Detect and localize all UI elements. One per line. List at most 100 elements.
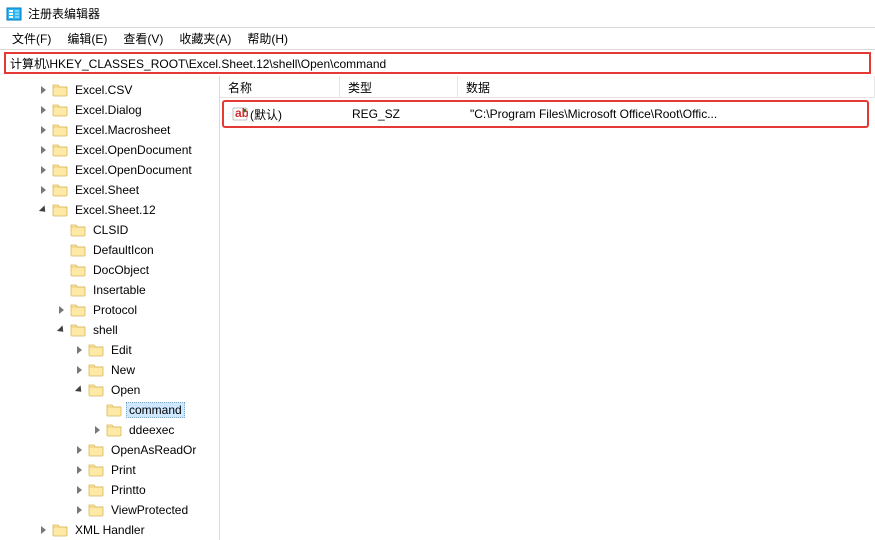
window-title: 注册表编辑器 [28,5,100,22]
menu-edit[interactable]: 编辑(E) [59,28,115,49]
folder-icon [106,423,122,437]
tree-item-label: New [108,362,138,378]
tree-item-label: Excel.Macrosheet [72,122,173,138]
tree-item[interactable]: Excel.OpenDocument [0,160,219,180]
folder-icon [88,503,104,517]
folder-icon [52,123,68,137]
chevron-right-icon[interactable] [36,163,50,177]
tree-item-label: Excel.OpenDocument [72,142,195,158]
tree-item[interactable]: DocObject [0,260,219,280]
menu-view[interactable]: 查看(V) [115,28,171,49]
tree-item[interactable]: Excel.Sheet [0,180,219,200]
chevron-right-icon[interactable] [72,463,86,477]
tree-item-label: Excel.CSV [72,82,135,98]
folder-icon [70,303,86,317]
svg-text:ab: ab [235,106,248,120]
tree-item-label: ViewProtected [108,502,191,518]
tree-item[interactable]: DefaultIcon [0,240,219,260]
tree-item[interactable]: Insertable [0,280,219,300]
chevron-down-icon[interactable] [54,323,68,337]
folder-icon [52,203,68,217]
tree-item-label: ddeexec [126,422,177,438]
tree-item[interactable]: command [0,400,219,420]
chevron-right-icon[interactable] [72,483,86,497]
folder-icon [106,403,122,417]
tree-item[interactable]: Excel.CSV [0,80,219,100]
tree-item-label: Protocol [90,302,140,318]
expander-placeholder [54,283,68,297]
tree-item[interactable]: Excel.Dialog [0,100,219,120]
folder-icon [88,443,104,457]
address-text: 计算机\HKEY_CLASSES_ROOT\Excel.Sheet.12\she… [10,55,386,72]
tree-item[interactable]: ddeexec [0,420,219,440]
folder-icon [88,383,104,397]
folder-icon [70,323,86,337]
folder-icon [70,263,86,277]
chevron-right-icon[interactable] [36,523,50,537]
folder-icon [88,363,104,377]
column-type[interactable]: 类型 [340,76,458,97]
folder-icon [52,143,68,157]
tree-item-label: DefaultIcon [90,242,157,258]
tree-item[interactable]: Excel.OpenDocument [0,140,219,160]
menu-help[interactable]: 帮助(H) [239,28,296,49]
expander-placeholder [54,263,68,277]
list-body: ab(默认)REG_SZ"C:\Program Files\Microsoft … [220,98,875,540]
tree-item[interactable]: ViewProtected [0,500,219,520]
tree-item[interactable]: Open [0,380,219,400]
tree-item-label: command [126,402,185,418]
menu-favorites[interactable]: 收藏夹(A) [171,28,239,49]
tree-item[interactable]: CLSID [0,220,219,240]
tree-item-label: XML Handler [72,522,148,538]
tree-item[interactable]: New [0,360,219,380]
chevron-right-icon[interactable] [72,363,86,377]
chevron-down-icon[interactable] [36,203,50,217]
column-name[interactable]: 名称 [220,76,340,97]
folder-icon [88,463,104,477]
chevron-right-icon[interactable] [36,183,50,197]
tree-item[interactable]: XML Handler [0,520,219,540]
tree-item[interactable]: Protocol [0,300,219,320]
tree-item[interactable]: Print [0,460,219,480]
chevron-down-icon[interactable] [72,383,86,397]
titlebar: 注册表编辑器 [0,0,875,28]
chevron-right-icon[interactable] [72,503,86,517]
chevron-right-icon[interactable] [54,303,68,317]
menu-file[interactable]: 文件(F) [4,28,59,49]
values-pane: 名称 类型 数据 ab(默认)REG_SZ"C:\Program Files\M… [220,76,875,540]
folder-icon [70,243,86,257]
tree-item[interactable]: Printto [0,480,219,500]
chevron-right-icon[interactable] [36,143,50,157]
menubar: 文件(F) 编辑(E) 查看(V) 收藏夹(A) 帮助(H) [0,28,875,50]
folder-icon [52,183,68,197]
column-data[interactable]: 数据 [458,76,875,97]
tree-item-label: DocObject [90,262,152,278]
tree-item[interactable]: shell [0,320,219,340]
main-area: Excel.CSV Excel.Dialog Excel.Macrosheet Exc… [0,76,875,540]
tree-item[interactable]: Excel.Macrosheet [0,120,219,140]
chevron-right-icon[interactable] [90,423,104,437]
regedit-icon [6,6,22,22]
folder-icon [52,103,68,117]
tree-item-label: CLSID [90,222,131,238]
value-data: "C:\Program Files\Microsoft Office\Root\… [462,106,867,122]
value-type: REG_SZ [344,106,462,122]
chevron-right-icon[interactable] [36,123,50,137]
folder-icon [52,163,68,177]
tree-item[interactable]: OpenAsReadOr [0,440,219,460]
value-row[interactable]: ab(默认)REG_SZ"C:\Program Files\Microsoft … [224,104,867,124]
folder-icon [52,83,68,97]
chevron-right-icon[interactable] [36,83,50,97]
expander-placeholder [54,223,68,237]
tree-item-label: Insertable [90,282,149,298]
chevron-right-icon[interactable] [72,443,86,457]
tree-item[interactable]: Excel.Sheet.12 [0,200,219,220]
tree-item[interactable]: Edit [0,340,219,360]
address-bar[interactable]: 计算机\HKEY_CLASSES_ROOT\Excel.Sheet.12\she… [4,52,871,74]
chevron-right-icon[interactable] [36,103,50,117]
tree-item-label: Excel.OpenDocument [72,162,195,178]
chevron-right-icon[interactable] [72,343,86,357]
tree-item-label: Excel.Dialog [72,102,145,118]
tree-item-label: shell [90,322,121,338]
tree-pane[interactable]: Excel.CSV Excel.Dialog Excel.Macrosheet Exc… [0,76,220,540]
